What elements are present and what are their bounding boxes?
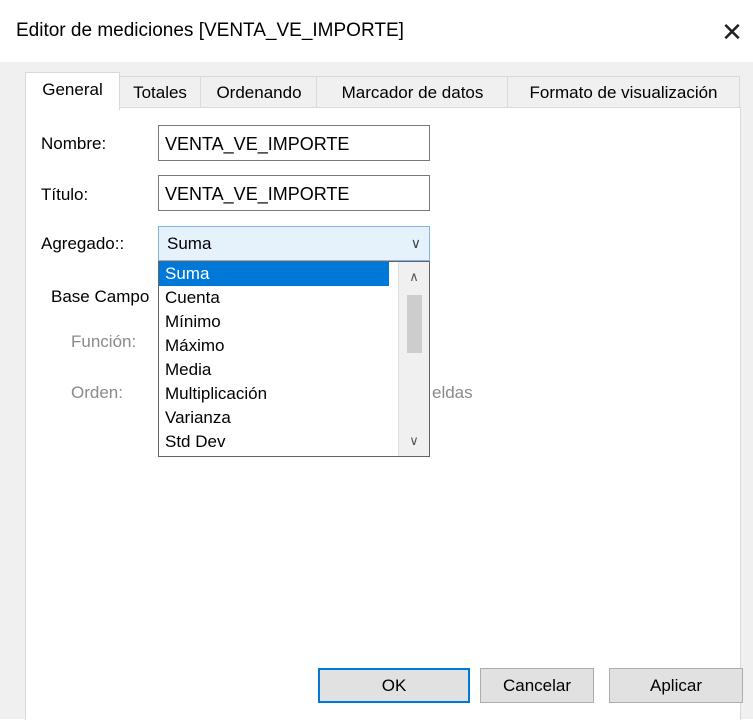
list-item-varianza[interactable]: Varianza [159, 406, 389, 430]
ok-button[interactable]: OK [318, 668, 470, 703]
list-item-std-dev[interactable]: Std Dev [159, 430, 389, 454]
orden-label: Orden: [71, 383, 123, 402]
list-item-media[interactable]: Media [159, 358, 389, 382]
nombre-field[interactable]: VENTA_VE_IMPORTE [158, 125, 430, 161]
scroll-down-icon[interactable]: ∨ [399, 430, 429, 452]
list-item-multiplicacion[interactable]: Multiplicación [159, 382, 389, 406]
list-item-cuenta[interactable]: Cuenta [159, 286, 389, 310]
dropdown-scrollbar[interactable]: ∧ ∨ [398, 262, 429, 456]
scrollbar-thumb[interactable] [407, 295, 422, 353]
list-item-suma[interactable]: Suma [159, 262, 389, 286]
list-item-maximo[interactable]: Máximo [159, 334, 389, 358]
agregado-selected-value: Suma [167, 234, 212, 253]
tab-totales[interactable]: Totales [118, 76, 202, 109]
agregado-label: Agregado:: [41, 234, 125, 253]
base-campo-label: Base Campo [51, 287, 150, 306]
close-icon[interactable]: ✕ [715, 14, 749, 50]
title-bar: Editor de mediciones [VENTA_VE_IMPORTE] … [0, 0, 753, 62]
agregado-dropdown-list[interactable]: Suma Cuenta Mínimo Máximo Media Multipli… [158, 261, 430, 457]
titulo-field[interactable]: VENTA_VE_IMPORTE [158, 175, 430, 211]
tab-general[interactable]: General [25, 72, 120, 110]
chevron-down-icon: ∨ [410, 235, 421, 251]
tab-ordenando[interactable]: Ordenando [200, 76, 318, 109]
tab-formato-de-visualizacion[interactable]: Formato de visualización [507, 76, 740, 109]
tab-marcador-de-datos[interactable]: Marcador de datos [316, 76, 509, 109]
titulo-label: Título: [41, 185, 89, 204]
apply-button[interactable]: Aplicar [609, 668, 743, 703]
cancel-button[interactable]: Cancelar [480, 668, 594, 703]
list-item-minimo[interactable]: Mínimo [159, 310, 389, 334]
window-title: Editor de mediciones [VENTA_VE_IMPORTE] [16, 20, 404, 41]
nombre-label: Nombre: [41, 134, 107, 153]
scroll-up-icon[interactable]: ∧ [399, 266, 429, 288]
celdas-label: eldas [432, 383, 473, 402]
agregado-select[interactable]: Suma ∨ [158, 226, 430, 261]
funcion-label: Función: [71, 332, 137, 351]
